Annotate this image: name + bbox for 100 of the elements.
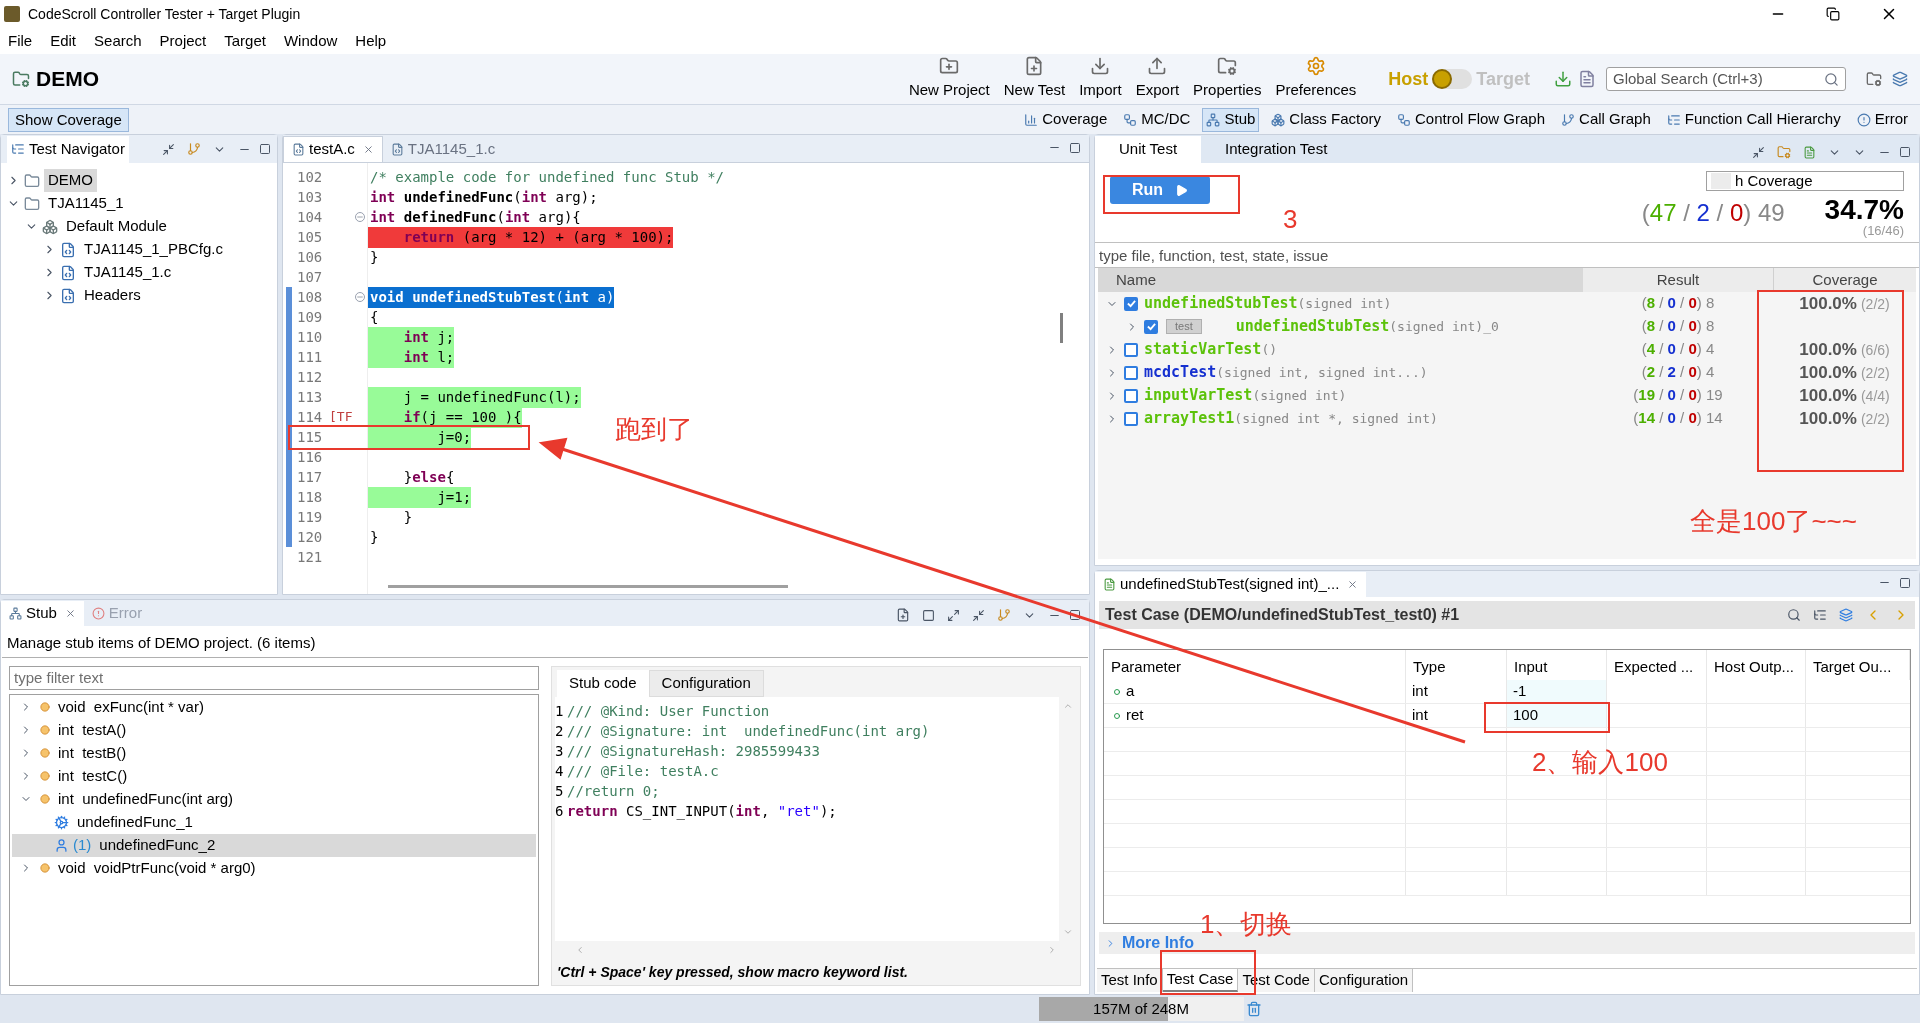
tree-row[interactable]: void voidPtrFunc(void * arg0) (12, 856, 536, 880)
bottom-tab[interactable]: Test Info (1097, 969, 1163, 992)
maximize-icon[interactable] (1899, 576, 1911, 589)
toolbar-button[interactable]: Properties (1191, 56, 1264, 102)
column-header[interactable]: Coverage (1773, 268, 1916, 292)
view-button[interactable]: Coverage (1020, 107, 1112, 132)
view-tab[interactable]: Stub (1, 601, 84, 626)
stub-item: int undefinedFunc(int arg) (58, 788, 234, 809)
tree-row[interactable]: int testC() (12, 764, 536, 788)
tree-view-icon[interactable] (1813, 608, 1827, 622)
document-icon[interactable] (1803, 145, 1816, 159)
toolbar-button[interactable]: New Test (1001, 56, 1068, 102)
download-icon[interactable] (1554, 70, 1572, 88)
test-name[interactable]: mcdcTest (1144, 361, 1217, 384)
code-tab[interactable]: Stub code (557, 669, 649, 697)
checkbox[interactable] (1124, 342, 1138, 357)
tree-item[interactable]: Headers (80, 284, 145, 307)
run-button[interactable]: Run (1110, 176, 1210, 204)
tree-item[interactable]: TJA1145_1.c (80, 261, 176, 284)
mode-switch[interactable] (1432, 69, 1473, 89)
perspective-icon[interactable] (1892, 71, 1908, 87)
column-header[interactable]: Target Ou... (1806, 650, 1910, 680)
tree-row[interactable]: int undefinedFunc(int arg) (12, 787, 536, 811)
vertical-scrollbar[interactable] (1060, 313, 1063, 343)
maximize-icon[interactable] (1899, 146, 1911, 158)
column-header[interactable]: Type (1406, 650, 1507, 680)
menu-item[interactable]: Target (224, 29, 266, 53)
global-search-field[interactable]: Global Search (Ctrl+3) (1606, 67, 1846, 91)
tree-row[interactable]: int testB() (12, 741, 536, 765)
panel-tab[interactable]: Unit Test (1095, 136, 1202, 163)
toolbar-button[interactable]: New Project (906, 56, 992, 102)
view-button[interactable]: Error (1852, 107, 1912, 132)
toolbar-button[interactable]: Preferences (1273, 56, 1359, 102)
bottom-tab[interactable]: Configuration (1314, 969, 1414, 992)
maximize-icon[interactable] (1069, 609, 1081, 621)
input-cell[interactable]: 100 (1507, 704, 1606, 727)
view-button[interactable]: MC/DC (1119, 107, 1195, 132)
view-button[interactable]: Class Factory (1267, 107, 1385, 132)
coverage-percent: 100.0% (1799, 384, 1857, 407)
tree-row[interactable]: void exFunc(int * var) (12, 695, 536, 719)
menu-item[interactable]: Project (159, 29, 207, 53)
editor-tab[interactable]: TJA1145_1.c (382, 136, 504, 162)
view-button[interactable]: Call Graph (1557, 107, 1655, 132)
search-icon[interactable] (1787, 608, 1801, 622)
menu-item[interactable]: Help (355, 29, 387, 53)
checkbox[interactable] (1124, 388, 1138, 403)
restore-icon[interactable] (1826, 7, 1840, 21)
coverage-type-select[interactable]: h Coverage (1706, 171, 1904, 191)
view-tab[interactable]: Test Navigator (7, 135, 129, 163)
view-button[interactable]: Stub (1202, 107, 1260, 132)
tree-row[interactable]: undefinedFunc_1 (12, 810, 536, 834)
maximize-icon[interactable] (259, 143, 271, 155)
column-header[interactable]: Result (1583, 268, 1773, 292)
tree-row[interactable]: int testA() (12, 718, 536, 742)
code-tab[interactable]: Configuration (648, 669, 764, 697)
column-header[interactable]: Parameter (1104, 650, 1406, 680)
panel-tab[interactable]: Integration Test (1201, 136, 1352, 163)
filter-field[interactable]: type filter text (9, 665, 539, 690)
checkbox[interactable] (1124, 365, 1138, 380)
toolbar-button[interactable]: Export (1133, 56, 1182, 102)
link-icon[interactable] (997, 608, 1011, 622)
show-coverage-button[interactable]: Show Coverage (8, 107, 129, 132)
more-info-link[interactable]: More Info (1122, 931, 1194, 955)
menu-item[interactable]: Window (283, 29, 338, 53)
collapse-icon[interactable] (162, 142, 175, 156)
menu-item[interactable]: Edit (50, 29, 77, 53)
tree-item[interactable]: TJA1145_1_PBCfg.c (80, 238, 227, 261)
tree-item[interactable]: Default Module (62, 215, 171, 238)
tree-item[interactable]: TJA1145_1 (44, 192, 128, 215)
collapse-all-icon[interactable] (972, 608, 985, 622)
editor-tab[interactable]: testA.c (283, 136, 383, 162)
toolbar-button[interactable]: Import (1077, 56, 1124, 102)
checkbox[interactable] (1144, 319, 1158, 334)
horizontal-scrollbar[interactable] (388, 585, 788, 588)
checkbox[interactable] (1124, 411, 1138, 426)
folder-gear-icon[interactable] (1866, 71, 1882, 87)
checkbox[interactable] (1124, 296, 1138, 311)
collapse-icon[interactable] (1752, 145, 1765, 159)
trash-icon[interactable] (1245, 1001, 1262, 1017)
maximize-icon[interactable] (1069, 141, 1081, 154)
check-icon (1126, 299, 1136, 308)
editor-tab[interactable]: undefinedStubTest(signed int)_... (1095, 572, 1367, 597)
menu-item[interactable]: File (8, 29, 33, 53)
search-icon[interactable] (1824, 71, 1839, 87)
input-cell[interactable]: -1 (1507, 680, 1606, 703)
column-header[interactable]: Name (1098, 268, 1583, 292)
document-icon[interactable] (1578, 70, 1596, 88)
expand-all-icon[interactable] (947, 608, 960, 622)
view-button[interactable]: Control Flow Graph (1393, 107, 1550, 132)
menu-item[interactable]: Search (94, 29, 142, 53)
view-button[interactable]: Function Call Hierarchy (1662, 107, 1845, 132)
tree-item[interactable]: DEMO (44, 169, 97, 192)
column-header[interactable]: Host Outp... (1707, 650, 1806, 680)
list-view-icon[interactable] (1839, 608, 1853, 622)
add-stub-icon[interactable] (896, 608, 910, 622)
link-icon[interactable] (187, 142, 201, 156)
tree-row[interactable]: (1) undefinedFunc_2 (12, 833, 536, 857)
bottom-tab[interactable]: Test Case (1162, 969, 1239, 992)
folder-gear-icon[interactable] (1777, 145, 1791, 159)
column-header[interactable]: Expected ... (1607, 650, 1707, 680)
